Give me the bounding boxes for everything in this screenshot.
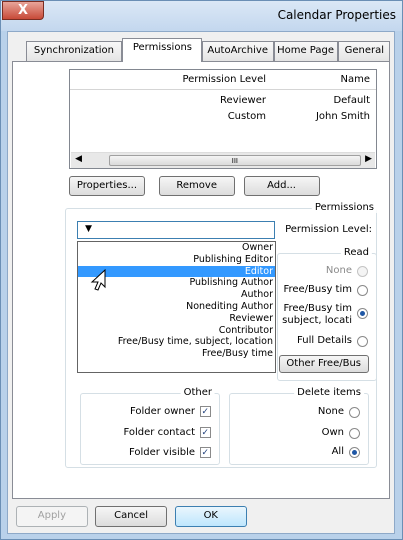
read-free-busy-label: Free/Busy tim xyxy=(283,284,352,295)
row-level: Reviewer xyxy=(220,95,266,106)
delete-own-radio[interactable] xyxy=(349,428,360,439)
delete-items-group xyxy=(229,393,369,465)
read-free-busy-detail-label-2: subject, locati xyxy=(282,315,352,326)
option-publishing-editor[interactable]: Publishing Editor xyxy=(78,254,275,266)
permission-level-dropdown[interactable]: ▼ xyxy=(77,221,275,239)
ok-button[interactable]: OK xyxy=(175,506,247,527)
permissions-list[interactable]: Name Permission Level Default Reviewer J… xyxy=(69,69,377,169)
permissions-group-label: Permissions xyxy=(311,202,377,213)
read-free-busy-radio[interactable] xyxy=(357,285,368,296)
list-header: Name Permission Level xyxy=(70,70,376,90)
tab-home-page[interactable]: Home Page xyxy=(274,41,338,61)
column-name[interactable]: Name xyxy=(340,74,370,85)
option-publishing-author[interactable]: Publishing Author xyxy=(78,277,275,289)
window-title: Calendar Properties xyxy=(277,8,396,22)
read-group-label: Read xyxy=(340,247,372,258)
option-contributor[interactable]: Contributor xyxy=(78,325,275,337)
close-icon: X xyxy=(17,3,29,18)
folder-contact-checkbox[interactable]: ✓ xyxy=(200,427,211,438)
folder-owner-label: Folder owner xyxy=(130,406,195,417)
scroll-left-icon[interactable]: ◀ xyxy=(365,154,372,164)
add-button[interactable]: Add... xyxy=(244,176,320,196)
option-reviewer[interactable]: Reviewer xyxy=(78,313,275,325)
option-free-busy-subject-location[interactable]: Free/Busy time, subject, location xyxy=(78,336,275,348)
option-nonediting-author[interactable]: Nonediting Author xyxy=(78,301,275,313)
title-bar: Calendar Properties X xyxy=(0,1,402,31)
list-row-john-smith[interactable]: John Smith Custom xyxy=(70,110,376,124)
folder-visible-label: Folder visible xyxy=(128,447,195,458)
row-level: Custom xyxy=(227,111,266,122)
mouse-cursor-icon xyxy=(90,269,106,291)
delete-none-label: None xyxy=(317,406,344,417)
delete-all-label: All xyxy=(331,446,344,457)
calendar-properties-window: Calendar Properties X General Home Page … xyxy=(0,0,403,540)
tab-autoarchive[interactable]: AutoArchive xyxy=(202,41,274,61)
read-full-details-label: Full Details xyxy=(297,335,352,346)
row-name: Default xyxy=(333,95,370,106)
read-free-busy-detail-label-1: Free/Busy tim xyxy=(283,303,352,314)
permission-level-label: Permission Level: xyxy=(285,224,372,235)
option-editor[interactable]: Editor xyxy=(78,265,275,278)
tab-general[interactable]: General xyxy=(338,41,390,61)
scroll-right-icon[interactable]: ▶ xyxy=(75,154,82,164)
chevron-down-icon[interactable]: ▼ xyxy=(85,224,92,234)
close-button[interactable]: X xyxy=(2,1,44,20)
tab-synchronization[interactable]: Synchronization xyxy=(26,41,122,61)
apply-button[interactable]: Apply xyxy=(16,506,88,527)
delete-all-radio[interactable] xyxy=(349,447,360,458)
delete-own-label: Own xyxy=(321,427,344,438)
delete-items-label: Delete items xyxy=(294,387,364,398)
remove-button[interactable]: Remove xyxy=(159,176,235,196)
row-name: John Smith xyxy=(315,111,370,122)
delete-none-radio[interactable] xyxy=(349,407,360,418)
scroll-thumb[interactable]: III xyxy=(109,155,361,166)
option-author[interactable]: Author xyxy=(78,289,275,301)
read-none-radio[interactable] xyxy=(357,266,368,277)
read-full-details-radio[interactable] xyxy=(357,336,368,347)
permission-level-options[interactable]: Owner Publishing Editor Editor Publishin… xyxy=(77,241,276,373)
column-permission-level[interactable]: Permission Level xyxy=(182,74,266,85)
list-row-default[interactable]: Default Reviewer xyxy=(70,94,376,108)
folder-visible-checkbox[interactable]: ✓ xyxy=(200,447,211,458)
folder-contact-label: Folder contact xyxy=(123,427,195,438)
tab-permissions[interactable]: Permissions xyxy=(122,38,202,62)
option-owner[interactable]: Owner xyxy=(78,242,275,254)
horizontal-scrollbar[interactable]: ◀ III ▶ xyxy=(71,152,375,168)
folder-owner-checkbox[interactable]: ✓ xyxy=(200,406,211,417)
other-group-label: Other xyxy=(180,387,215,398)
read-none-label: None xyxy=(325,265,352,276)
cancel-button[interactable]: Cancel xyxy=(95,506,167,527)
read-free-busy-detail-radio[interactable] xyxy=(357,308,368,319)
other-free-busy-button[interactable]: Other Free/Bus xyxy=(279,355,369,373)
option-free-busy-time[interactable]: Free/Busy time xyxy=(78,348,275,360)
properties-button[interactable]: Properties... xyxy=(69,176,145,196)
